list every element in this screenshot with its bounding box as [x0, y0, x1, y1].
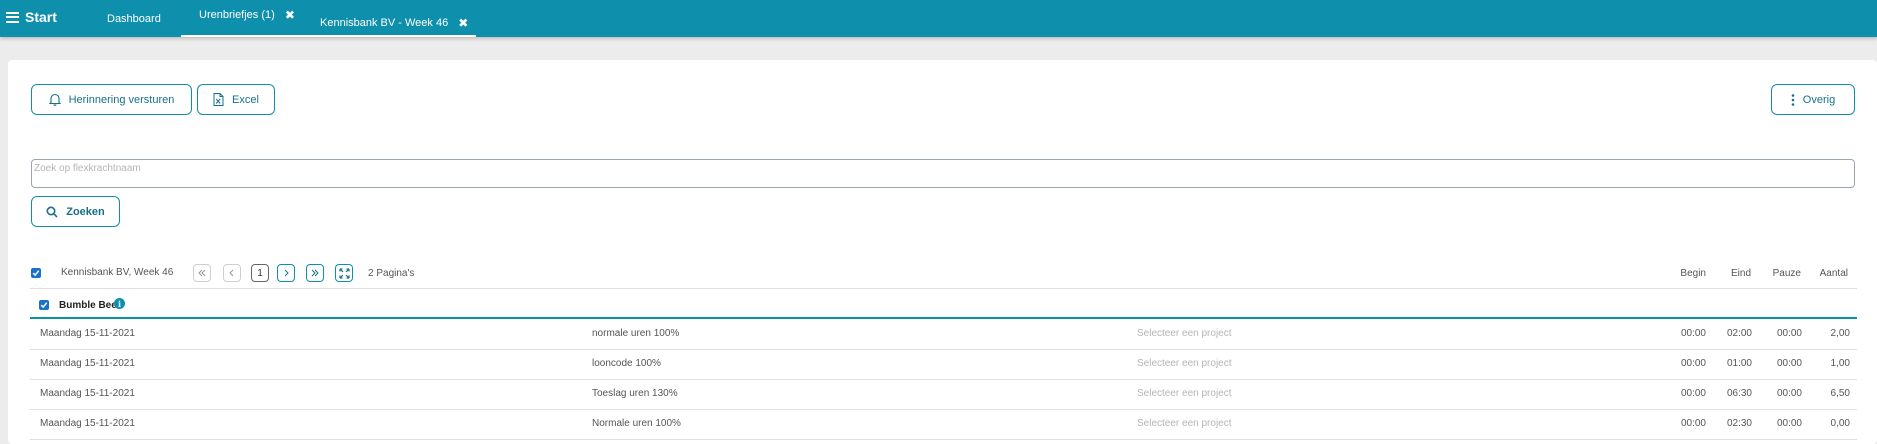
row-begin: 00:00 [1680, 388, 1706, 399]
tab-kennisbank-week-46[interactable]: Kennisbank BV - Week 46 ✖ [306, 0, 477, 37]
row-pause: 00:00 [1776, 418, 1802, 429]
search-button[interactable]: Zoeken [31, 196, 120, 227]
send-reminder-button[interactable]: Herinnering versturen [31, 84, 192, 115]
bell-icon [48, 93, 61, 106]
tab-urenbriefjes[interactable]: Urenbriefjes (1) ✖ [181, 0, 311, 37]
row-pause: 00:00 [1776, 358, 1802, 369]
row-end: 02:00 [1726, 328, 1752, 339]
current-page-number: 1 [257, 267, 263, 279]
row-project-select[interactable]: Selecteer een project [1137, 388, 1232, 399]
last-page-button[interactable] [306, 264, 324, 282]
chevron-left-icon [229, 269, 234, 277]
tab-label: Dashboard [107, 12, 161, 25]
search-icon [46, 205, 58, 218]
more-options-label: Overig [1802, 93, 1836, 106]
column-header-begin: Begin [1680, 268, 1706, 279]
row-wage-code: normale uren 100% [592, 328, 680, 339]
tab-label: Kennisbank BV - Week 46 [320, 17, 449, 29]
checkmark-icon [40, 302, 48, 309]
row-project-select[interactable]: Selecteer een project [1137, 358, 1232, 369]
table-row: Maandag 15-11-2021 Toeslag uren 130% Sel… [30, 379, 1857, 409]
row-divider [30, 439, 1857, 440]
row-amount: 0,00 [1830, 418, 1850, 429]
excel-file-icon [213, 93, 224, 106]
row-pause: 00:00 [1776, 328, 1802, 339]
row-wage-code: looncode 100% [592, 358, 661, 369]
close-icon[interactable]: ✖ [458, 16, 468, 30]
header-divider [30, 288, 1857, 289]
table-row: Maandag 15-11-2021 Normale uren 100% Sel… [30, 409, 1857, 439]
row-begin: 00:00 [1680, 418, 1706, 429]
tab-dashboard[interactable]: Dashboard [107, 0, 161, 37]
kebab-menu-icon [1791, 93, 1795, 106]
group-name: Bumble Bee [59, 300, 117, 311]
previous-page-button[interactable] [223, 264, 241, 282]
row-wage-code: Normale uren 100% [592, 418, 681, 429]
row-date: Maandag 15-11-2021 [40, 418, 135, 429]
row-amount: 2,00 [1830, 328, 1850, 339]
row-wage-code: Toeslag uren 130% [592, 388, 678, 399]
page-count: 2 Pagina's [368, 268, 415, 279]
column-header-amount: Aantal [1819, 268, 1848, 279]
column-header-end: Eind [1730, 268, 1751, 279]
row-begin: 00:00 [1680, 358, 1706, 369]
menu-label: Start [25, 9, 57, 25]
row-date: Maandag 15-11-2021 [40, 388, 135, 399]
table-row: Maandag 15-11-2021 normale uren 100% Sel… [30, 319, 1857, 349]
menu-button[interactable]: Start [6, 9, 57, 25]
hamburger-icon [6, 11, 19, 23]
excel-export-label: Excel [232, 93, 259, 106]
row-pause: 00:00 [1776, 388, 1802, 399]
more-options-button[interactable]: Overig [1771, 84, 1855, 115]
row-amount: 6,50 [1830, 388, 1850, 399]
table-row: Maandag 15-11-2021 looncode 100% Selecte… [30, 349, 1857, 379]
row-amount: 1,00 [1830, 358, 1850, 369]
row-project-select[interactable]: Selecteer een project [1137, 328, 1232, 339]
double-chevron-left-icon [198, 269, 206, 277]
row-begin: 00:00 [1680, 328, 1706, 339]
send-reminder-label: Herinnering versturen [68, 93, 175, 106]
expand-button[interactable] [335, 264, 353, 282]
checkmark-icon [32, 270, 40, 277]
row-date: Maandag 15-11-2021 [40, 328, 135, 339]
search-button-label: Zoeken [66, 205, 105, 218]
expand-icon [338, 267, 350, 279]
next-page-button[interactable] [277, 264, 295, 282]
tab-label: Urenbriefjes (1) [199, 9, 275, 21]
row-project-select[interactable]: Selecteer een project [1137, 418, 1232, 429]
row-end: 01:00 [1726, 358, 1752, 369]
current-page-indicator: 1 [251, 264, 269, 282]
search-input[interactable] [31, 159, 1855, 188]
excel-export-button[interactable]: Excel [197, 84, 275, 115]
row-end: 02:30 [1726, 418, 1752, 429]
double-chevron-right-icon [311, 269, 319, 277]
select-all-checkbox[interactable] [31, 268, 41, 278]
group-checkbox[interactable] [39, 300, 49, 310]
first-page-button[interactable] [193, 264, 211, 282]
list-title: Kennisbank BV, Week 46 [61, 267, 174, 278]
top-bar: Start Dashboard Urenbriefjes (1) ✖ Kenni… [0, 0, 1877, 37]
row-end: 06:30 [1726, 388, 1752, 399]
column-header-pause: Pauze [1772, 268, 1801, 279]
close-icon[interactable]: ✖ [285, 8, 295, 22]
main-card: Herinnering versturen Excel Overig Zoeke… [8, 60, 1877, 444]
info-icon[interactable]: i [114, 298, 125, 309]
chevron-right-icon [284, 269, 289, 277]
row-date: Maandag 15-11-2021 [40, 358, 135, 369]
